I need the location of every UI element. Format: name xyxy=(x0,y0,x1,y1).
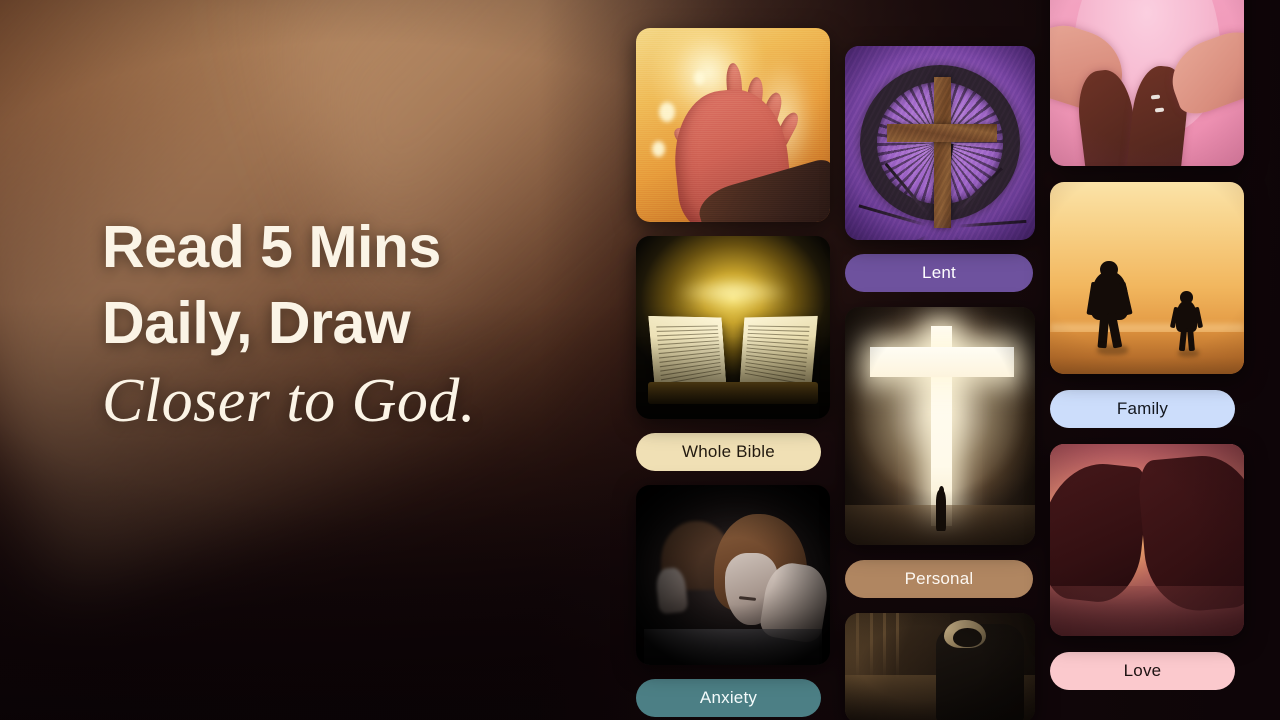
headline-line-2: Daily, Draw xyxy=(102,290,411,357)
distressed-woman-double-exposure-image xyxy=(636,485,830,665)
pill-anxiety[interactable]: Anxiety xyxy=(636,679,821,717)
headline-line-3: Closer to God. xyxy=(102,367,476,436)
card-anxiety[interactable]: Anxiety xyxy=(636,485,830,717)
card-personal-image[interactable] xyxy=(845,307,1035,545)
pill-whole-bible-label: Whole Bible xyxy=(682,442,775,461)
father-and-child-beach-silhouette-image xyxy=(1050,182,1244,374)
card-pink-hands-image[interactable] xyxy=(1050,0,1244,166)
pill-family-label: Family xyxy=(1116,399,1169,418)
open-glowing-bible-image xyxy=(636,236,830,419)
hands-heart-sunset-image xyxy=(1050,444,1244,636)
pill-love[interactable]: Love xyxy=(1050,652,1235,690)
card-reaching-hand[interactable] xyxy=(636,28,830,222)
card-dark-figure[interactable] xyxy=(845,613,1035,720)
card-pink-hands[interactable] xyxy=(1050,0,1244,166)
card-family[interactable]: Family xyxy=(1050,182,1244,428)
pill-personal-label: Personal xyxy=(904,569,974,588)
pill-family[interactable]: Family xyxy=(1050,390,1235,428)
card-love-image[interactable] xyxy=(1050,444,1244,636)
pill-whole-bible[interactable]: Whole Bible xyxy=(636,433,821,471)
glowing-cross-doorway-image xyxy=(845,307,1035,545)
person-in-dim-corridor-image xyxy=(845,613,1035,720)
crown-of-thorns-with-cross-image xyxy=(845,46,1035,240)
card-lent-image[interactable] xyxy=(845,46,1035,240)
card-reaching-hand-image[interactable] xyxy=(636,28,830,222)
headline-line-1: Read 5 Mins xyxy=(102,214,441,280)
pill-anxiety-label: Anxiety xyxy=(699,688,758,707)
column-middle: Lent Personal xyxy=(845,46,1035,720)
pill-personal[interactable]: Personal xyxy=(845,560,1033,598)
pill-love-label: Love xyxy=(1123,661,1162,680)
column-left: Whole Bible Anxiety xyxy=(636,28,830,717)
card-personal[interactable]: Personal xyxy=(845,307,1035,598)
page-title: Read 5 Mins Daily, Draw Closer to God. xyxy=(102,214,622,436)
hand-reaching-into-light-image xyxy=(636,28,830,222)
card-love[interactable]: Love xyxy=(1050,444,1244,690)
card-whole-bible[interactable]: Whole Bible xyxy=(636,236,830,471)
card-lent[interactable]: Lent xyxy=(845,46,1035,292)
card-whole-bible-image[interactable] xyxy=(636,236,830,419)
card-family-image[interactable] xyxy=(1050,182,1244,374)
card-dark-figure-image[interactable] xyxy=(845,613,1035,720)
hands-on-pink-heart-image xyxy=(1050,0,1244,166)
pill-lent[interactable]: Lent xyxy=(845,254,1033,292)
pill-lent-label: Lent xyxy=(922,263,956,282)
column-right: Family Love xyxy=(1050,0,1244,690)
card-anxiety-image[interactable] xyxy=(636,485,830,665)
